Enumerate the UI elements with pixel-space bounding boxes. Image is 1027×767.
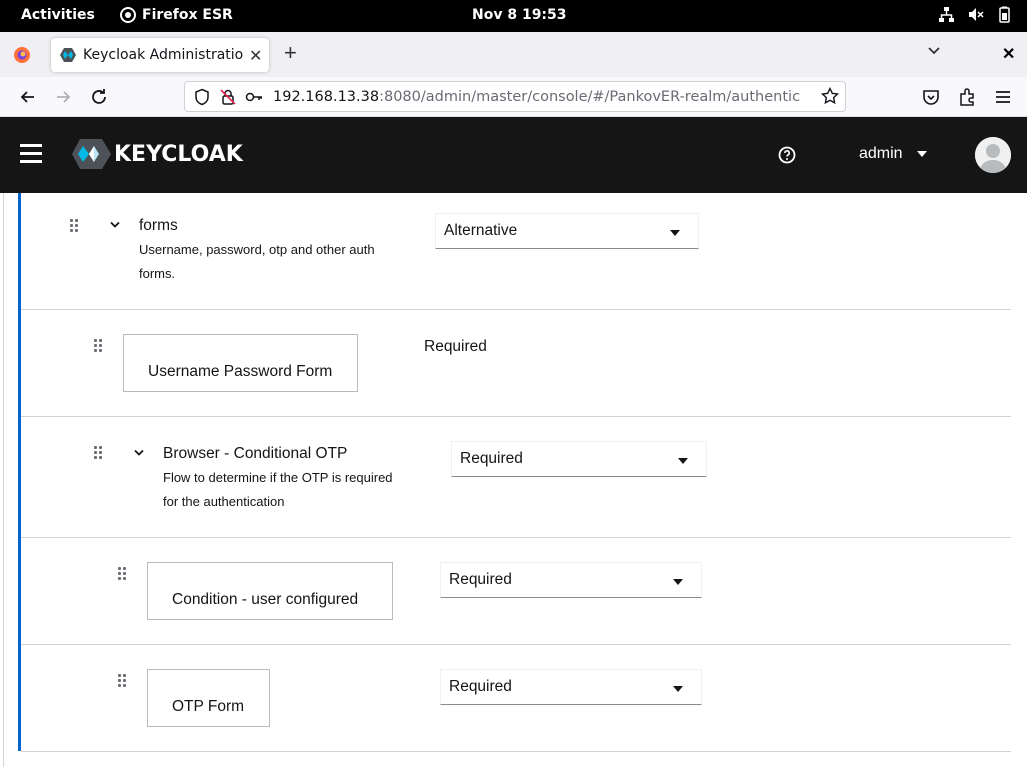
requirement-select-forms[interactable]: Alternative [435,213,699,249]
avatar[interactable] [975,137,1011,173]
row-divider [21,751,1011,752]
chevron-down-icon[interactable] [110,221,120,229]
key-icon[interactable] [245,88,263,106]
insecure-lock-icon[interactable] [219,88,237,106]
browser-tab-bar: Keycloak Administration U ✕ + ✕ [0,32,1027,77]
caret-down-icon [673,579,683,585]
caret-down-icon [673,686,683,692]
drag-handle-icon[interactable] [70,219,80,233]
flow-description: forms. [139,266,176,281]
drag-handle-icon[interactable] [118,674,128,688]
caret-down-icon [678,458,688,464]
tab-title: Keycloak Administration U [83,47,243,63]
user-avatar-icon [975,137,1011,173]
flow-description: Username, password, otp and other auth [139,242,375,257]
execution-name: Condition - user configured [172,591,359,608]
browser-tab-active[interactable]: Keycloak Administration U ✕ [51,38,269,72]
list-all-tabs-icon[interactable] [927,46,941,56]
flow-accent-bar [18,193,21,751]
requirement-value: Required [449,678,512,695]
app-name: Firefox ESR [142,7,233,23]
extensions-icon[interactable] [957,87,977,107]
nav-toggle-icon[interactable] [20,144,42,164]
requirement-value: Required [449,571,512,588]
browser-nav-bar: 192.168.13.38:8080/admin/master/console/… [0,77,1027,117]
forward-arrow-icon[interactable] [53,87,73,107]
tab-close-icon[interactable]: ✕ [249,46,262,65]
url-path: :8080/admin/master/console/#/PankovER-re… [379,88,801,105]
execution-card-username-password[interactable]: Username Password Form [123,334,358,392]
execution-name: Username Password Form [148,363,333,380]
new-tab-button[interactable]: + [284,40,297,66]
keycloak-logo[interactable]: KEYCLOAK [72,138,243,170]
row-divider [21,644,1011,645]
requirement-select-condition-user-configured[interactable]: Required [440,562,702,598]
activities-button[interactable]: Activities [21,7,95,23]
keycloak-logo-text: KEYCLOAK [114,141,243,167]
help-icon[interactable] [778,146,796,164]
execution-card-condition-user-configured[interactable]: Condition - user configured [147,562,393,620]
execution-card-otp-form[interactable]: OTP Form [147,669,270,727]
row-divider [21,537,1011,538]
username-label: admin [859,145,903,162]
battery-icon [999,6,1010,23]
requirement-select-otp-form[interactable]: Required [440,669,702,705]
caret-down-icon [916,151,927,157]
firefox-icon [120,7,136,23]
drag-handle-icon[interactable] [94,339,104,353]
pocket-icon[interactable] [921,87,941,107]
window-close-icon[interactable]: ✕ [1002,44,1015,64]
url-host: 192.168.13.38 [273,88,380,105]
url-bar[interactable]: 192.168.13.38:8080/admin/master/console/… [184,81,846,112]
requirement-value: Required [460,450,523,467]
system-tray[interactable] [938,6,1013,23]
bookmark-star-icon[interactable] [821,87,839,105]
url-text[interactable]: 192.168.13.38:8080/admin/master/console/… [273,89,801,105]
caret-down-icon [670,230,680,236]
keycloak-masthead: KEYCLOAK admin [0,117,1027,193]
requirement-select-conditional-otp[interactable]: Required [451,441,707,477]
flow-description: Flow to determine if the OTP is required [163,470,393,485]
back-arrow-icon[interactable] [18,87,38,107]
firefox-view-icon[interactable] [13,46,31,64]
drag-handle-icon[interactable] [94,446,104,460]
content-left-border [3,193,4,767]
flow-name-conditional-otp: Browser - Conditional OTP [163,445,348,462]
clock[interactable]: Nov 8 19:53 [472,7,567,23]
flow-name-forms: forms [139,217,178,234]
requirement-value: Alternative [444,222,518,239]
requirement-label: Required [424,338,487,355]
reload-icon[interactable] [89,87,109,107]
shield-icon[interactable] [193,88,211,106]
app-menu-icon[interactable] [993,87,1013,107]
network-icon [939,7,954,22]
execution-name: OTP Form [172,698,245,715]
drag-handle-icon[interactable] [118,567,128,581]
keycloak-favicon-icon [60,48,76,62]
row-divider [21,416,1011,417]
system-top-bar: Activities Firefox ESR Nov 8 19:53 [0,0,1027,32]
volume-muted-icon [969,8,984,21]
keycloak-logo-icon [72,139,111,169]
flow-description: for the authentication [163,494,285,509]
app-menu[interactable]: Firefox ESR [120,7,233,23]
chevron-down-icon[interactable] [134,449,144,457]
row-divider [21,309,1011,310]
user-dropdown[interactable]: admin [859,145,927,163]
